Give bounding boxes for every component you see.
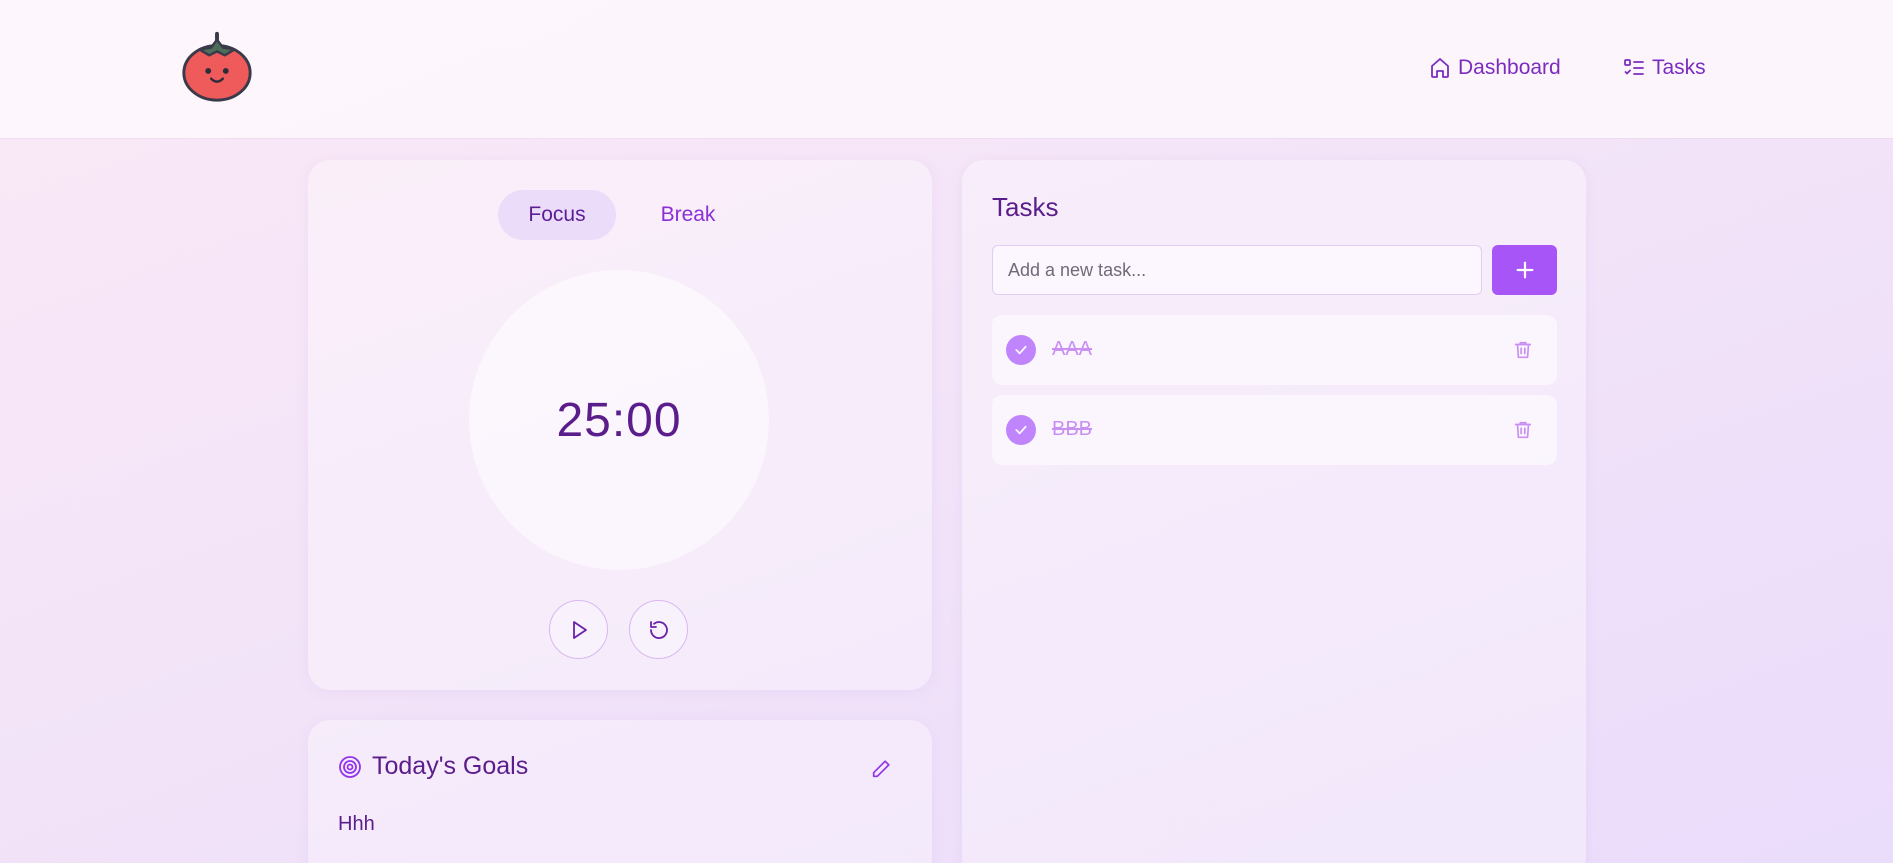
timer-card: Focus Break 25:00 bbox=[308, 160, 932, 690]
nav-tasks[interactable]: Tasks bbox=[1622, 52, 1706, 84]
tasks-card: Tasks AAA BBB bbox=[962, 160, 1586, 863]
task-label: AAA bbox=[1052, 338, 1093, 360]
task-complete-toggle[interactable] bbox=[1006, 335, 1036, 365]
goals-card: Today's Goals Hhh bbox=[308, 720, 932, 863]
play-icon bbox=[572, 620, 587, 639]
tab-break[interactable]: Break bbox=[638, 190, 738, 240]
timer-time: 25:00 bbox=[556, 393, 682, 447]
goals-title: Today's Goals bbox=[372, 752, 529, 780]
tomato-icon[interactable] bbox=[178, 28, 256, 106]
play-button[interactable] bbox=[549, 600, 608, 659]
reset-icon bbox=[649, 620, 668, 639]
home-icon bbox=[1431, 58, 1449, 78]
nav-dashboard-label: Dashboard bbox=[1458, 56, 1561, 79]
check-icon bbox=[1015, 425, 1027, 435]
reset-button[interactable] bbox=[629, 600, 688, 659]
plus-icon bbox=[1516, 261, 1533, 279]
pencil-icon[interactable] bbox=[870, 758, 892, 780]
app-header: Dashboard Tasks bbox=[0, 0, 1893, 138]
trash-icon[interactable] bbox=[1512, 339, 1534, 361]
goals-header: Today's Goals bbox=[338, 752, 528, 781]
check-icon bbox=[1015, 345, 1027, 355]
task-list-icon bbox=[1624, 59, 1644, 75]
task-complete-toggle[interactable] bbox=[1006, 415, 1036, 445]
target-icon bbox=[339, 755, 361, 778]
task-item: AAA bbox=[992, 315, 1557, 385]
task-label: BBB bbox=[1052, 418, 1093, 440]
nav-tasks-label: Tasks bbox=[1652, 56, 1706, 79]
new-task-input[interactable] bbox=[992, 245, 1482, 295]
task-item: BBB bbox=[992, 395, 1557, 465]
add-task-button[interactable] bbox=[1492, 245, 1557, 295]
trash-icon[interactable] bbox=[1512, 419, 1534, 441]
nav-dashboard[interactable]: Dashboard bbox=[1428, 52, 1561, 84]
tab-focus[interactable]: Focus bbox=[498, 190, 616, 240]
goals-text: Hhh bbox=[338, 813, 375, 835]
tasks-title: Tasks bbox=[992, 192, 1059, 222]
timer-display: 25:00 bbox=[469, 270, 769, 570]
